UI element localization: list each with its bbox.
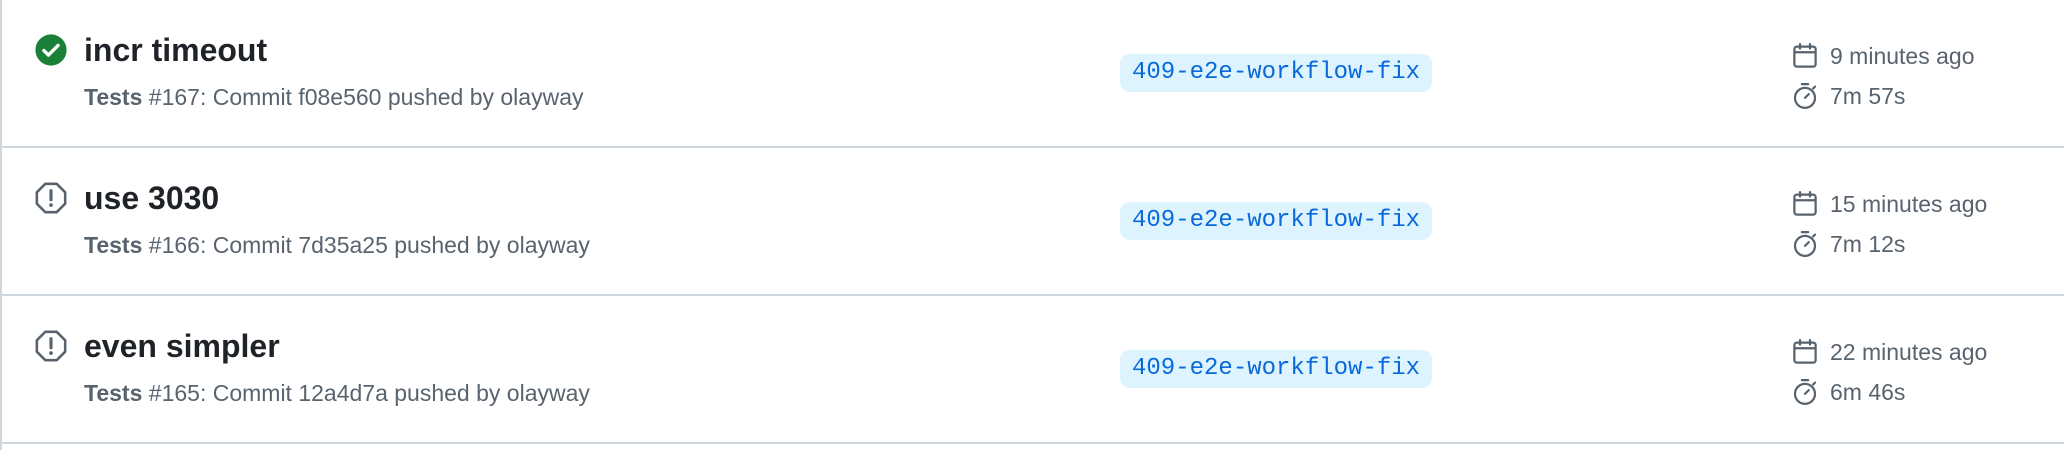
run-title-link[interactable]: even simpler bbox=[84, 324, 280, 368]
run-timing: 22 minutes ago 6m 46s bbox=[1790, 332, 2050, 412]
workflow-name: Tests bbox=[84, 84, 143, 110]
workflow-name: Tests bbox=[84, 380, 143, 406]
run-meta: Tests #165: Commit 12a4d7a pushed by ola… bbox=[84, 378, 590, 408]
run-title-link[interactable]: use 3030 bbox=[84, 176, 219, 220]
workflow-name: Tests bbox=[84, 232, 143, 258]
run-timing: 15 minutes ago 7m 12s bbox=[1790, 184, 2050, 264]
run-timing: 9 minutes ago 7m 57s bbox=[1790, 36, 2050, 116]
run-meta-detail: #167: Commit f08e560 pushed by olayway bbox=[142, 84, 584, 110]
run-meta-detail: #165: Commit 12a4d7a pushed by olayway bbox=[142, 380, 590, 406]
stopwatch-icon bbox=[1790, 81, 1820, 111]
run-meta: Tests #166: Commit 7d35a25 pushed by ola… bbox=[84, 230, 590, 260]
run-title-link[interactable]: incr timeout bbox=[84, 28, 267, 72]
workflow-run-row[interactable]: incr timeout Tests #167: Commit f08e560 … bbox=[2, 0, 2064, 148]
branch-badge[interactable]: 409-e2e-workflow-fix bbox=[1120, 54, 1433, 92]
run-time-ago: 22 minutes ago bbox=[1830, 339, 1988, 365]
stopwatch-icon bbox=[1790, 229, 1820, 259]
run-duration: 7m 57s bbox=[1830, 83, 1906, 109]
run-time-ago: 15 minutes ago bbox=[1830, 191, 1988, 217]
workflow-run-row[interactable]: even simpler Tests #165: Commit 12a4d7a … bbox=[2, 296, 2064, 444]
run-time-ago: 9 minutes ago bbox=[1830, 43, 1975, 69]
run-duration: 7m 12s bbox=[1830, 231, 1906, 257]
check-circle-fill-icon bbox=[34, 33, 68, 67]
stop-octagon-icon bbox=[34, 181, 68, 215]
workflow-runs-list: incr timeout Tests #167: Commit f08e560 … bbox=[0, 0, 2064, 450]
stopwatch-icon bbox=[1790, 377, 1820, 407]
run-meta-detail: #166: Commit 7d35a25 pushed by olayway bbox=[142, 232, 590, 258]
branch-badge[interactable]: 409-e2e-workflow-fix bbox=[1120, 350, 1433, 388]
branch-badge[interactable]: 409-e2e-workflow-fix bbox=[1120, 202, 1433, 240]
calendar-icon bbox=[1790, 41, 1820, 71]
run-meta: Tests #167: Commit f08e560 pushed by ola… bbox=[84, 82, 584, 112]
calendar-icon bbox=[1790, 337, 1820, 367]
stop-octagon-icon bbox=[34, 329, 68, 363]
workflow-run-row[interactable]: use 3030 Tests #166: Commit 7d35a25 push… bbox=[2, 148, 2064, 296]
calendar-icon bbox=[1790, 189, 1820, 219]
run-duration: 6m 46s bbox=[1830, 379, 1906, 405]
